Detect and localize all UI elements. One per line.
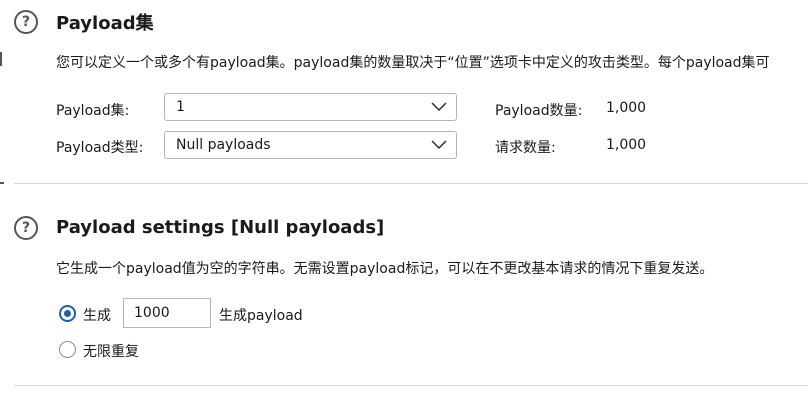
left-edge-fragment <box>0 182 4 184</box>
request-count-value: 1,000 <box>606 137 647 153</box>
section-divider <box>14 183 808 184</box>
payload-set-select[interactable]: 1 <box>164 93 457 121</box>
payload-count-label: Payload数量: <box>495 103 583 119</box>
help-icon[interactable]: ? <box>14 216 38 240</box>
section-divider <box>14 385 808 386</box>
generate-radio[interactable] <box>59 305 76 322</box>
left-edge-fragment <box>0 52 2 66</box>
infinite-repeat-label: 无限重复 <box>83 344 139 360</box>
payload-type-label: Payload类型: <box>56 140 144 156</box>
chevron-down-icon <box>431 102 447 112</box>
help-icon[interactable]: ? <box>14 10 38 34</box>
generate-suffix-label: 生成payload <box>219 308 303 324</box>
payload-settings-title: Payload settings [Null payloads] <box>56 217 385 238</box>
payload-set-label: Payload集: <box>56 103 130 119</box>
payload-set-value: 1 <box>176 99 185 115</box>
request-count-label: 请求数量: <box>495 140 556 156</box>
payload-sets-description: 您可以定义一个或多个有payload集。payload集的数量取决于“位置”选项… <box>56 55 770 71</box>
generate-label: 生成 <box>83 308 111 324</box>
payload-sets-title: Payload集 <box>56 13 154 34</box>
payload-type-select[interactable]: Null payloads <box>164 131 457 159</box>
payload-type-value: Null payloads <box>176 137 271 153</box>
payload-count-value: 1,000 <box>606 100 647 116</box>
infinite-repeat-radio[interactable] <box>59 341 76 358</box>
chevron-down-icon <box>431 140 447 150</box>
generate-count-input[interactable] <box>123 298 211 328</box>
payload-settings-description: 它生成一个payload值为空的字符串。无需设置payload标记，可以在不更改… <box>56 261 714 277</box>
